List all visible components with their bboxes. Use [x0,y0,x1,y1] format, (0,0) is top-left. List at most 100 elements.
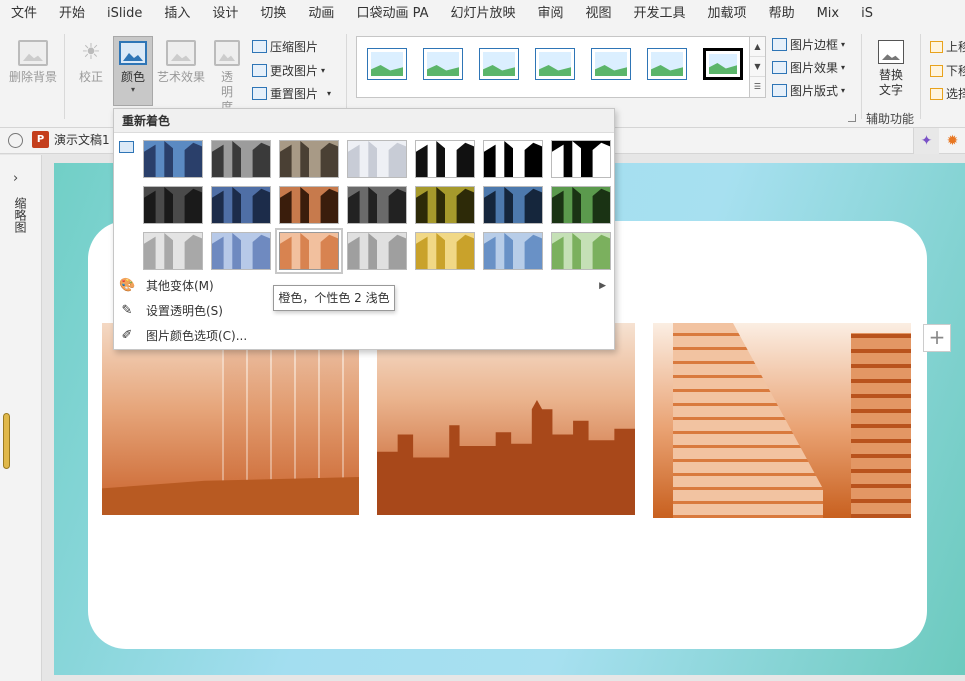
settings-gear-icon[interactable]: ✹ [940,128,965,154]
swatch-building-shape [280,141,338,177]
reset-picture-icon [252,87,267,100]
menu-item[interactable]: iSlide [96,0,153,28]
picture-style-thumb[interactable] [479,48,519,80]
swatch-building-shape [348,233,406,269]
picture-style-thumb[interactable] [423,48,463,80]
recolor-swatch[interactable] [275,228,343,274]
swatch-building-shape [212,233,270,269]
recolor-swatch[interactable] [551,232,611,270]
picture-style-preview [483,52,515,76]
recolor-swatch[interactable] [483,186,543,224]
menu-item[interactable]: 切换 [249,0,297,28]
picture-style-thumb[interactable] [535,48,575,80]
menu-item[interactable]: 视图 [575,0,623,28]
recolor-swatch[interactable] [143,232,203,270]
document-tab[interactable]: P 演示文稿1 [32,131,110,148]
recolor-swatch[interactable] [347,232,407,270]
recolor-swatch[interactable] [211,232,271,270]
recolor-swatch[interactable] [551,186,611,224]
recolor-swatch[interactable] [483,232,543,270]
picture-styles-gallery[interactable] [356,36,750,98]
gallery-up-icon[interactable]: ▲ [750,37,765,57]
recolor-title: 重新着色 [114,109,614,133]
recolor-swatch[interactable] [415,140,475,178]
picture-style-thumb[interactable] [703,48,743,80]
menu-item[interactable]: iS [850,0,884,28]
dropdown-menu-item[interactable]: ✐ 图片颜色选项(C)... [114,324,614,348]
artistic-effects-button[interactable]: 艺术效果 [155,40,207,85]
recolor-swatch[interactable] [415,186,475,224]
menu-item[interactable]: Mix [806,0,851,28]
picture-style-thumb[interactable] [591,48,631,80]
bring-forward-button[interactable]: 上移 [930,38,965,55]
thumbnail-label[interactable]: 缩略图 [12,197,29,233]
recolor-swatch[interactable] [211,140,271,178]
photo-glass-building[interactable] [102,323,359,515]
remove-background-button[interactable]: 删除背景 [6,40,60,85]
expand-chevron-icon[interactable]: › [13,171,18,186]
alt-text-button[interactable]: 替换文字 [870,40,912,98]
selection-pane-icon [930,87,943,100]
gallery-down-icon[interactable]: ▼ [750,57,765,77]
reset-picture-button[interactable]: 重置图片 ▾ [252,85,331,102]
photo-ground [102,477,359,515]
picture-style-thumb[interactable] [367,48,407,80]
recolor-swatch[interactable] [279,186,339,224]
sparkle-icon[interactable]: ✦ [913,128,939,154]
compress-icon [252,40,267,53]
dropdown-menu-label: 设置透明色(S) [146,304,223,318]
divider [920,34,921,119]
compress-pictures-button[interactable]: 压缩图片 [252,38,318,55]
send-backward-icon [930,64,943,77]
swatch-building-shape [484,233,542,269]
picture-layout-button[interactable]: 图片版式 ▾ [772,82,845,99]
add-icon[interactable]: + [923,324,951,352]
menu-item[interactable]: 设计 [201,0,249,28]
transparency-button[interactable]: 透明度 [212,40,242,115]
corrections-button[interactable]: ☀ 校正 [73,40,109,85]
recolor-swatch[interactable] [211,186,271,224]
menu-item[interactable]: 插入 [153,0,201,28]
menu-item[interactable]: 动画 [297,0,345,28]
set-transparent-color-icon: ✎ [121,303,133,318]
gallery-more-icon[interactable]: ☰ [750,77,765,97]
swatch-building-shape [552,141,610,177]
bring-forward-icon [930,40,943,53]
swatch-building-shape [280,187,338,223]
picture-effects-button[interactable]: 图片效果 ▾ [772,59,845,76]
recolor-swatch[interactable] [143,140,203,178]
picture-border-button[interactable]: 图片边框 ▾ [772,36,845,53]
swatch-building-shape [212,187,270,223]
recolor-swatch[interactable] [143,186,203,224]
menu-item[interactable]: 开发工具 [623,0,697,28]
menu-item[interactable]: 口袋动画 PA [345,0,439,28]
recolor-swatch[interactable] [551,140,611,178]
menu-item[interactable]: 开始 [48,0,96,28]
history-icon[interactable] [8,133,23,148]
change-picture-button[interactable]: 更改图片 ▾ [252,62,325,79]
recolor-swatch[interactable] [347,140,407,178]
color-button[interactable]: 颜色 ▾ [113,36,153,106]
recolor-swatch[interactable] [279,140,339,178]
picture-border-icon [772,38,787,51]
menu-item[interactable]: 加载项 [697,0,758,28]
selection-pane-button[interactable]: 选择 [930,85,965,102]
menu-item[interactable]: 幻灯片放映 [439,0,526,28]
gallery-scroll[interactable]: ▲ ▼ ☰ [750,36,766,98]
scroll-grip[interactable] [3,413,10,469]
recolor-swatch[interactable] [347,186,407,224]
photo-city-skyline[interactable] [377,323,635,515]
photo-curved-building[interactable] [653,323,911,518]
send-backward-button[interactable]: 下移 [930,62,965,79]
picture-style-thumb[interactable] [647,48,687,80]
divider [861,34,862,119]
picture-style-preview [595,52,627,76]
dropdown-arrow-icon: ▾ [130,85,135,94]
dialog-launcher-icon[interactable] [848,114,856,122]
menu-item[interactable]: 审阅 [527,0,575,28]
menu-item[interactable]: 帮助 [758,0,806,28]
recolor-swatch[interactable] [483,140,543,178]
divider [64,34,65,119]
recolor-swatch[interactable] [415,232,475,270]
menu-item[interactable]: 文件 [0,0,48,28]
